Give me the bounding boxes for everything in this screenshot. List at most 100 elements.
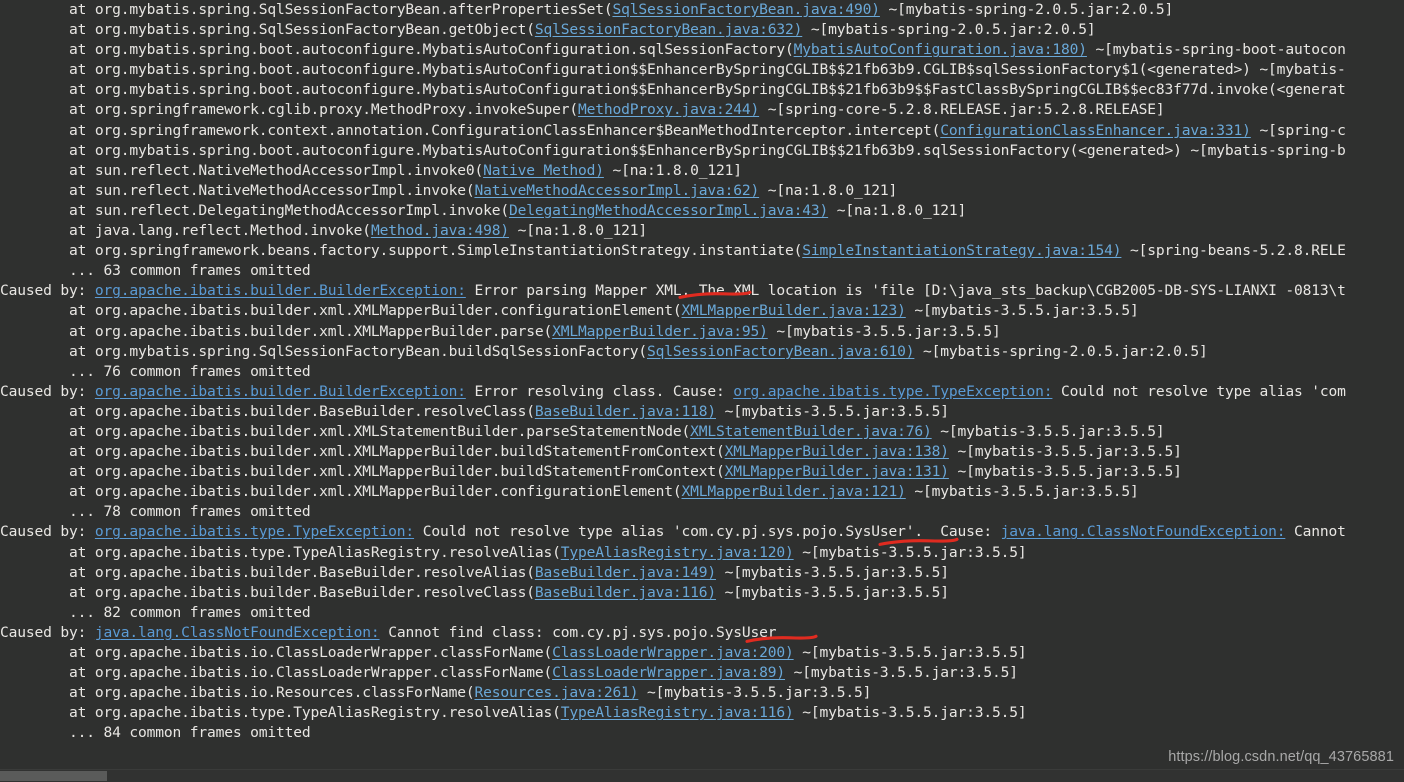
line-text: org.apache.ibatis.builder.xml.XMLMapperB… xyxy=(94,463,725,481)
line-indent: at xyxy=(0,61,95,79)
stacktrace-line: at org.springframework.cglib.proxy.Metho… xyxy=(0,100,1404,120)
line-text: org.mybatis.spring.SqlSessionFactoryBean… xyxy=(94,342,647,360)
stacktrace-line: at sun.reflect.NativeMethodAccessorImpl.… xyxy=(0,181,1404,201)
line-text: ~[mybatis-3.5.5.jar:3.5.5] xyxy=(905,483,1139,501)
stacktrace-output[interactable]: at org.mybatis.spring.SqlSessionFactoryB… xyxy=(0,0,1404,760)
source-link[interactable]: XMLMapperBuilder.java:138) xyxy=(725,443,949,460)
console-panel[interactable]: at org.mybatis.spring.SqlSessionFactoryB… xyxy=(0,0,1404,782)
stacktrace-line: at sun.reflect.DelegatingMethodAccessorI… xyxy=(0,201,1404,221)
source-link[interactable]: TypeAliasRegistry.java:116) xyxy=(561,704,794,721)
line-text: Caused by: xyxy=(0,623,95,641)
stacktrace-line: at org.apache.ibatis.builder.xml.XMLMapp… xyxy=(0,442,1404,462)
source-link[interactable]: XMLMapperBuilder.java:121) xyxy=(681,483,905,500)
stacktrace-line: Caused by: org.apache.ibatis.type.TypeEx… xyxy=(0,522,1404,542)
line-text: Could not resolve type alias 'com.cy.pj.… xyxy=(414,523,1001,541)
line-indent: at xyxy=(0,242,95,260)
line-text: org.apache.ibatis.builder.xml.XMLMapperB… xyxy=(94,443,725,461)
line-indent: at xyxy=(0,222,95,240)
stacktrace-line: at org.apache.ibatis.type.TypeAliasRegis… xyxy=(0,543,1404,563)
source-link[interactable]: BaseBuilder.java:116) xyxy=(535,584,716,601)
line-indent: at xyxy=(0,483,95,501)
line-text: org.apache.ibatis.builder.xml.XMLMapperB… xyxy=(94,483,682,501)
line-text: org.springframework.context.annotation.C… xyxy=(94,121,941,139)
line-text: sun.reflect.NativeMethodAccessorImpl.inv… xyxy=(94,161,484,179)
source-link[interactable]: Native Method) xyxy=(483,162,604,179)
exception-link[interactable]: org.apache.ibatis.type.TypeException: xyxy=(733,383,1052,400)
source-link[interactable]: MethodProxy.java:244) xyxy=(578,101,759,118)
line-indent: ... xyxy=(0,262,104,280)
source-link[interactable]: XMLMapperBuilder.java:131) xyxy=(725,463,949,480)
line-text: ~[mybatis-3.5.5.jar:3.5.5] xyxy=(715,583,949,601)
line-text: org.springframework.beans.factory.suppor… xyxy=(94,242,803,260)
line-text: org.mybatis.spring.SqlSessionFactoryBean… xyxy=(94,1,613,18)
exception-link[interactable]: java.lang.ClassNotFoundException: xyxy=(95,624,380,641)
stacktrace-line: at org.mybatis.spring.SqlSessionFactoryB… xyxy=(0,342,1404,362)
stacktrace-line: ... 82 common frames omitted xyxy=(0,603,1404,623)
line-text: 76 common frames omitted xyxy=(103,362,311,380)
line-indent: at xyxy=(0,41,95,59)
exception-link[interactable]: org.apache.ibatis.builder.BuilderExcepti… xyxy=(95,282,466,299)
source-link[interactable]: SqlSessionFactoryBean.java:610) xyxy=(647,343,915,360)
source-link[interactable]: Method.java:498) xyxy=(371,222,509,239)
line-text: ~[mybatis-3.5.5.jar:3.5.5] xyxy=(793,543,1027,561)
source-link[interactable]: SqlSessionFactoryBean.java:632) xyxy=(535,21,803,38)
exception-link[interactable]: org.apache.ibatis.type.TypeException: xyxy=(95,523,414,540)
source-link[interactable]: NativeMethodAccessorImpl.java:62) xyxy=(474,182,759,199)
stacktrace-line: at org.springframework.context.annotatio… xyxy=(0,121,1404,141)
line-text: 84 common frames omitted xyxy=(103,724,311,742)
line-text: java.lang.reflect.Method.invoke( xyxy=(94,222,371,240)
exception-link[interactable]: org.apache.ibatis.builder.BuilderExcepti… xyxy=(95,383,466,400)
stacktrace-line: at org.apache.ibatis.builder.xml.XMLMapp… xyxy=(0,482,1404,502)
line-text: org.apache.ibatis.builder.xml.XMLMapperB… xyxy=(94,302,682,320)
line-text: sun.reflect.NativeMethodAccessorImpl.inv… xyxy=(94,181,475,199)
source-link[interactable]: TypeAliasRegistry.java:120) xyxy=(561,544,794,561)
stacktrace-line: Caused by: java.lang.ClassNotFoundExcept… xyxy=(0,623,1404,643)
line-indent: at xyxy=(0,21,95,39)
stacktrace-line: at org.apache.ibatis.builder.BaseBuilder… xyxy=(0,402,1404,422)
line-text: org.apache.ibatis.type.TypeAliasRegistry… xyxy=(94,543,561,561)
horizontal-scrollbar-track[interactable] xyxy=(0,769,1404,782)
line-indent: at xyxy=(0,684,95,702)
source-link[interactable]: XMLMapperBuilder.java:123) xyxy=(681,302,905,319)
source-link[interactable]: ClassLoaderWrapper.java:89) xyxy=(552,664,785,681)
source-link[interactable]: XMLStatementBuilder.java:76) xyxy=(690,423,932,440)
line-indent: at xyxy=(0,322,95,340)
source-link[interactable]: ConfigurationClassEnhancer.java:331) xyxy=(940,122,1251,139)
source-link[interactable]: XMLMapperBuilder.java:95) xyxy=(552,323,768,340)
line-text: Cannot find class: com.cy.pj.sys.pojo.Sy… xyxy=(379,623,777,641)
line-indent: ... xyxy=(0,503,104,521)
stacktrace-line: at java.lang.reflect.Method.invoke(Metho… xyxy=(0,221,1404,241)
stacktrace-line: at org.apache.ibatis.builder.xml.XMLStat… xyxy=(0,422,1404,442)
source-link[interactable]: Resources.java:261) xyxy=(474,684,638,701)
stacktrace-line: ... 78 common frames omitted xyxy=(0,502,1404,522)
line-text: ~[na:1.8.0_121] xyxy=(828,201,967,219)
line-indent: at xyxy=(0,141,95,159)
line-indent: at xyxy=(0,342,95,360)
line-indent: ... xyxy=(0,724,104,742)
line-text: Cannot xyxy=(1285,523,1346,541)
line-text: 82 common frames omitted xyxy=(103,603,311,621)
horizontal-scrollbar-thumb[interactable] xyxy=(0,771,107,781)
stacktrace-line: at org.mybatis.spring.SqlSessionFactoryB… xyxy=(0,0,1404,20)
line-text: ~[mybatis-spring-2.0.5.jar:2.0.5] xyxy=(879,1,1174,18)
source-link[interactable]: BaseBuilder.java:149) xyxy=(535,564,716,581)
line-indent: at xyxy=(0,101,95,119)
line-text: ~[na:1.8.0_121] xyxy=(603,161,742,179)
source-link[interactable]: MybatisAutoConfiguration.java:180) xyxy=(794,41,1087,58)
stacktrace-line: at org.mybatis.spring.boot.autoconfigure… xyxy=(0,80,1404,100)
exception-link[interactable]: java.lang.ClassNotFoundException: xyxy=(1001,523,1286,540)
source-link[interactable]: DelegatingMethodAccessorImpl.java:43) xyxy=(509,202,828,219)
line-indent: at xyxy=(0,1,95,18)
line-text: org.apache.ibatis.builder.BaseBuilder.re… xyxy=(94,583,535,601)
source-link[interactable]: SimpleInstantiationStrategy.java:154) xyxy=(802,242,1121,259)
line-text: org.apache.ibatis.io.ClassLoaderWrapper.… xyxy=(94,664,553,682)
source-link[interactable]: ClassLoaderWrapper.java:200) xyxy=(552,644,794,661)
line-text: org.apache.ibatis.builder.xml.XMLMapperB… xyxy=(94,322,553,340)
source-link[interactable]: BaseBuilder.java:118) xyxy=(535,403,716,420)
watermark-url: https://blog.csdn.net/qq_43765881 xyxy=(1168,749,1394,765)
line-text: ~[mybatis-3.5.5.jar:3.5.5] xyxy=(638,684,872,702)
source-link[interactable]: SqlSessionFactoryBean.java:490) xyxy=(612,1,880,18)
line-text: ~[mybatis-3.5.5.jar:3.5.5] xyxy=(793,644,1027,661)
line-text: org.mybatis.spring.SqlSessionFactoryBean… xyxy=(94,21,535,39)
line-text: ~[mybatis-spring-2.0.5.jar:2.0.5] xyxy=(802,21,1096,39)
